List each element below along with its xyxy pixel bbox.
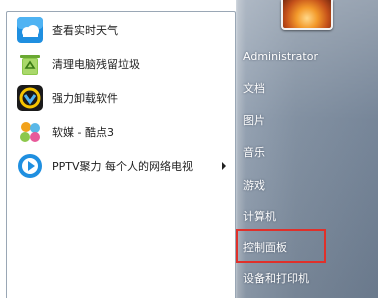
program-item-pptv[interactable]: PPTV聚力 每个人的网络电视 (11, 150, 232, 182)
places-item-games[interactable]: 游戏 (243, 174, 265, 198)
program-label: 软媒 - 酷点3 (52, 126, 114, 139)
highlight-box (236, 229, 326, 263)
program-label: 强力卸载软件 (52, 92, 118, 105)
program-label: 查看实时天气 (52, 24, 118, 37)
places-item-computer[interactable]: 计算机 (243, 205, 276, 229)
submenu-arrow-icon (222, 162, 226, 170)
program-item-uninstall[interactable]: 强力卸载软件 (11, 82, 232, 114)
places-item-music[interactable]: 音乐 (243, 141, 265, 165)
weather-icon (17, 17, 43, 43)
user-picture[interactable] (281, 0, 333, 30)
user-name[interactable]: Administrator (243, 45, 318, 69)
program-item-weather[interactable]: 查看实时天气 (11, 14, 232, 46)
kudian-icon (20, 122, 40, 142)
program-label: PPTV聚力 每个人的网络电视 (52, 160, 194, 173)
recycle-bin-icon (20, 55, 40, 75)
places-item-documents[interactable]: 文档 (243, 77, 265, 101)
programs-pane: 查看实时天气 清理电脑残留垃圾 强力卸载软件 软媒 - 酷点3 PPTV聚力 每… (6, 11, 236, 298)
pptv-icon (18, 154, 42, 178)
uninstall-icon (17, 85, 43, 111)
program-item-kudian[interactable]: 软媒 - 酷点3 (11, 116, 232, 148)
places-item-pictures[interactable]: 图片 (243, 109, 265, 133)
program-item-cleanup[interactable]: 清理电脑残留垃圾 (11, 48, 232, 80)
program-label: 清理电脑残留垃圾 (52, 58, 140, 71)
start-menu: 查看实时天气 清理电脑残留垃圾 强力卸载软件 软媒 - 酷点3 PPTV聚力 每… (0, 0, 378, 298)
places-item-devices-printers[interactable]: 设备和打印机 (243, 267, 309, 291)
